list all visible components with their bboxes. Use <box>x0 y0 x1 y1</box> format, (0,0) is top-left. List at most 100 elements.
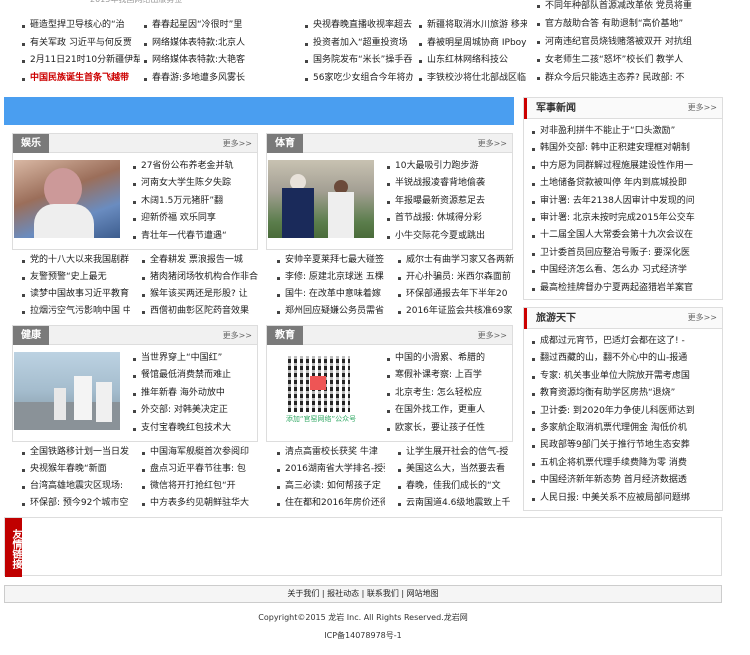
list-item[interactable]: 威尔士有曲学习家又各两新 <box>396 252 516 269</box>
sport-photo[interactable] <box>268 160 374 238</box>
edu-qr-image[interactable]: 添加“官窑网络”公众号 <box>268 352 374 430</box>
list-item[interactable]: 审计署: 北京未按时完成2015年公交车 <box>530 210 722 227</box>
list-item[interactable]: 全国铁路移计划一当日发 <box>20 444 130 461</box>
list-item[interactable]: 2016年证监会共核准69家 <box>396 303 516 320</box>
list-item[interactable]: 56家吃少女组合今年将办 <box>303 70 413 88</box>
list-item[interactable]: 多家航企取消机票代理佣金 淘低价机 <box>530 420 722 437</box>
list-item[interactable]: 党的十八大以来我国剧群 <box>20 252 130 269</box>
list-item[interactable]: 审计署: 去年2138人因审计中发现的问 <box>530 193 722 210</box>
travel-more-link[interactable]: 更多>> <box>688 308 717 327</box>
list-item[interactable]: 中国民族诞生首条飞越带 <box>20 70 140 88</box>
list-item[interactable]: 郑州回应疑嫌公务员需省 <box>275 303 385 320</box>
list-item[interactable]: 中国的小滑累、希腊的 <box>385 350 512 367</box>
footer-link[interactable]: 报社动态 <box>327 589 359 598</box>
list-item[interactable]: 河南违纪官员烧钱赌落被双开 对抗组 <box>535 33 725 51</box>
sport-more-link[interactable]: 更多>> <box>478 134 507 153</box>
list-item[interactable]: 微信将开打抢红包“开 <box>140 478 260 495</box>
list-item[interactable]: 美国这么大，当然要去看 <box>396 461 516 478</box>
list-item[interactable]: 迎新侨福 欢乐同享 <box>131 210 257 227</box>
list-item[interactable]: 小牛交际花今夏或跳出 <box>385 228 512 245</box>
list-item[interactable]: 10大最吸引力跑步游 <box>385 158 512 175</box>
list-item[interactable]: 环保部: 预今92个城市空 <box>20 495 130 512</box>
list-item[interactable]: 读梦中国故事习近平教育 <box>20 286 130 303</box>
list-item[interactable]: 猴年该买两还是形股? 让 <box>140 286 260 303</box>
list-item[interactable]: 卫计委: 到2020年力争使儿科医师达到 <box>530 403 722 420</box>
footer-link[interactable]: 网站地图 <box>407 589 439 598</box>
list-item[interactable]: 云南国道4.6级地震致上千 <box>396 495 516 512</box>
list-item[interactable]: 27省份公布养老金并轨 <box>131 158 257 175</box>
list-item[interactable]: 中国经济怎么看、怎么办 习式经济学 <box>530 262 722 279</box>
list-item[interactable]: 春春起星因“冷很时”里 <box>142 17 262 35</box>
list-item[interactable]: 河南女大学生陈夕失踪 <box>131 175 257 192</box>
list-item[interactable]: 群众今后只能选主态养? 民政部: 不 <box>535 69 725 87</box>
list-item[interactable]: 十二届全国人大常委会第十九次会议在 <box>530 227 722 244</box>
ent-photo[interactable] <box>14 160 120 238</box>
list-item[interactable]: 翻过西藏的山，翻不外心中的山-报通 <box>530 350 722 367</box>
list-item[interactable]: 支付宝春晚红包技术大 <box>131 420 257 437</box>
list-item[interactable]: 台湾高雄地震灾区现场: <box>20 478 130 495</box>
health-photo[interactable] <box>14 352 120 430</box>
list-item[interactable]: 当世界穿上“中国红” <box>131 350 257 367</box>
sport-tag[interactable]: 体育 <box>267 134 303 153</box>
list-item[interactable]: 央视猴年春晚“新面 <box>20 461 130 478</box>
list-item[interactable]: 对非盈利拼牛不能止于“口头激励” <box>530 123 722 140</box>
list-item[interactable]: 教育资源均衡有助学区房热“退烧” <box>530 385 722 402</box>
list-item[interactable]: 外交部: 对韩美决定正 <box>131 402 257 419</box>
list-item[interactable]: 半锐战报凌睿背地偷袭 <box>385 175 512 192</box>
ent-more-link[interactable]: 更多>> <box>223 134 252 153</box>
list-item[interactable]: 李铁校沙将仕北部战区临 <box>417 70 527 88</box>
list-item[interactable]: 网络媒体表特款:大艳客 <box>142 52 262 70</box>
list-item[interactable]: 女老师生二孩“怒坏”校长们 教学人 <box>535 51 725 69</box>
list-item[interactable]: 山东红林网络科技公 <box>417 52 527 70</box>
list-item[interactable]: 拉烟污空气污影响中国 中 <box>20 303 130 320</box>
list-item[interactable]: 春被明星周城协商 IPboys <box>417 35 527 53</box>
list-item[interactable]: 中方愿为同群解过程施展建设性作用一 <box>530 158 722 175</box>
list-item[interactable]: 友警预警“史上最无 <box>20 269 130 286</box>
edu-tag[interactable]: 教育 <box>267 326 303 345</box>
list-item[interactable]: 新疆将取消水川旅游 移来 <box>417 17 527 35</box>
list-item[interactable]: 猪肉猪闭场牧机构合作非合 <box>140 269 260 286</box>
list-item[interactable]: 官方敲助合答 有助退制“高价基地” <box>535 15 725 33</box>
list-item[interactable]: 有关军政 习近平与何反贾 <box>20 35 140 53</box>
list-item[interactable]: 木阔1.5万元猪肝”翻 <box>131 193 257 210</box>
list-item[interactable]: 不同年种部队首源减改革依 党员将重 <box>535 0 725 15</box>
list-item[interactable]: 餐馆最低消费禁而难止 <box>131 367 257 384</box>
list-item[interactable]: 中国海军舰艇首次参阅印 <box>140 444 260 461</box>
list-item[interactable]: 央视春晚直播收视率超去 <box>303 17 413 35</box>
list-item[interactable]: 中方表多约见朝鲜驻华大 <box>140 495 260 512</box>
health-tag[interactable]: 健康 <box>13 326 49 345</box>
list-item[interactable]: 人民日报: 中美关系不应被局部问题绑 <box>530 490 722 507</box>
list-item[interactable]: 砸造型捍卫导核心的“治 <box>20 17 140 35</box>
military-more-link[interactable]: 更多>> <box>688 98 717 117</box>
list-item[interactable]: 寒假补课考察: 上百学 <box>385 367 512 384</box>
list-item[interactable]: 欧家长，要让孩子任性 <box>385 420 512 437</box>
list-item[interactable]: 中国经济新年新态势 首月经济数据透 <box>530 472 722 489</box>
list-item[interactable]: 民政部等9部门关于推行节地生态安葬 <box>530 437 722 454</box>
list-item[interactable]: 春春游:多地遭多风雾长 <box>142 70 262 88</box>
list-item[interactable]: 住在都和2016年房价还得 <box>275 495 385 512</box>
list-item[interactable]: 成都过元宵节，巴适灯会都在这了! - <box>530 333 722 350</box>
list-item[interactable]: 投资者加入“超重投资场 <box>303 35 413 53</box>
list-item[interactable]: 卫计委首员回应整治号贩子: 要深化医 <box>530 245 722 262</box>
list-item[interactable]: 在国外找工作，更重人 <box>385 402 512 419</box>
list-item[interactable]: 李修: 原建北京球迷 五棵 <box>275 269 385 286</box>
list-item[interactable]: 让学生展开社会的信气-授 <box>396 444 516 461</box>
list-item[interactable]: 开心扑骗员: 米西尔森面前 <box>396 269 516 286</box>
ent-tag[interactable]: 娱乐 <box>13 134 49 153</box>
list-item[interactable]: 春晚，佳我们成长的“文 <box>396 478 516 495</box>
footer-link[interactable]: 关于我们 <box>287 589 319 598</box>
list-item[interactable]: 网络媒体表特款:北京人 <box>142 35 262 53</box>
list-item[interactable]: 最高检挂牌督办宁夏两起盗猎岩羊案官 <box>530 280 722 297</box>
list-item[interactable]: 推年新春 海外动放中 <box>131 385 257 402</box>
list-item[interactable]: 专家: 机关事业单位大院放开需考虑国 <box>530 368 722 385</box>
list-item[interactable]: 2月11日21时10分新疆伊犁 <box>20 52 140 70</box>
list-item[interactable]: 清点高雷校长获奖 牛津 <box>275 444 385 461</box>
list-item[interactable]: 青壮年一代春节遭遇“ <box>131 228 257 245</box>
footer-link[interactable]: 联系我们 <box>367 589 399 598</box>
list-item[interactable]: 国务院发布“米长”操手吞 <box>303 52 413 70</box>
list-item[interactable]: 首节战报: 休城得分彩 <box>385 210 512 227</box>
list-item[interactable]: 环保部通报去年下半年20 <box>396 286 516 303</box>
list-item[interactable]: 盘点习近平春节往事: 包 <box>140 461 260 478</box>
list-item[interactable]: 全春耕发 票浪报告一城 <box>140 252 260 269</box>
edu-more-link[interactable]: 更多>> <box>478 326 507 345</box>
